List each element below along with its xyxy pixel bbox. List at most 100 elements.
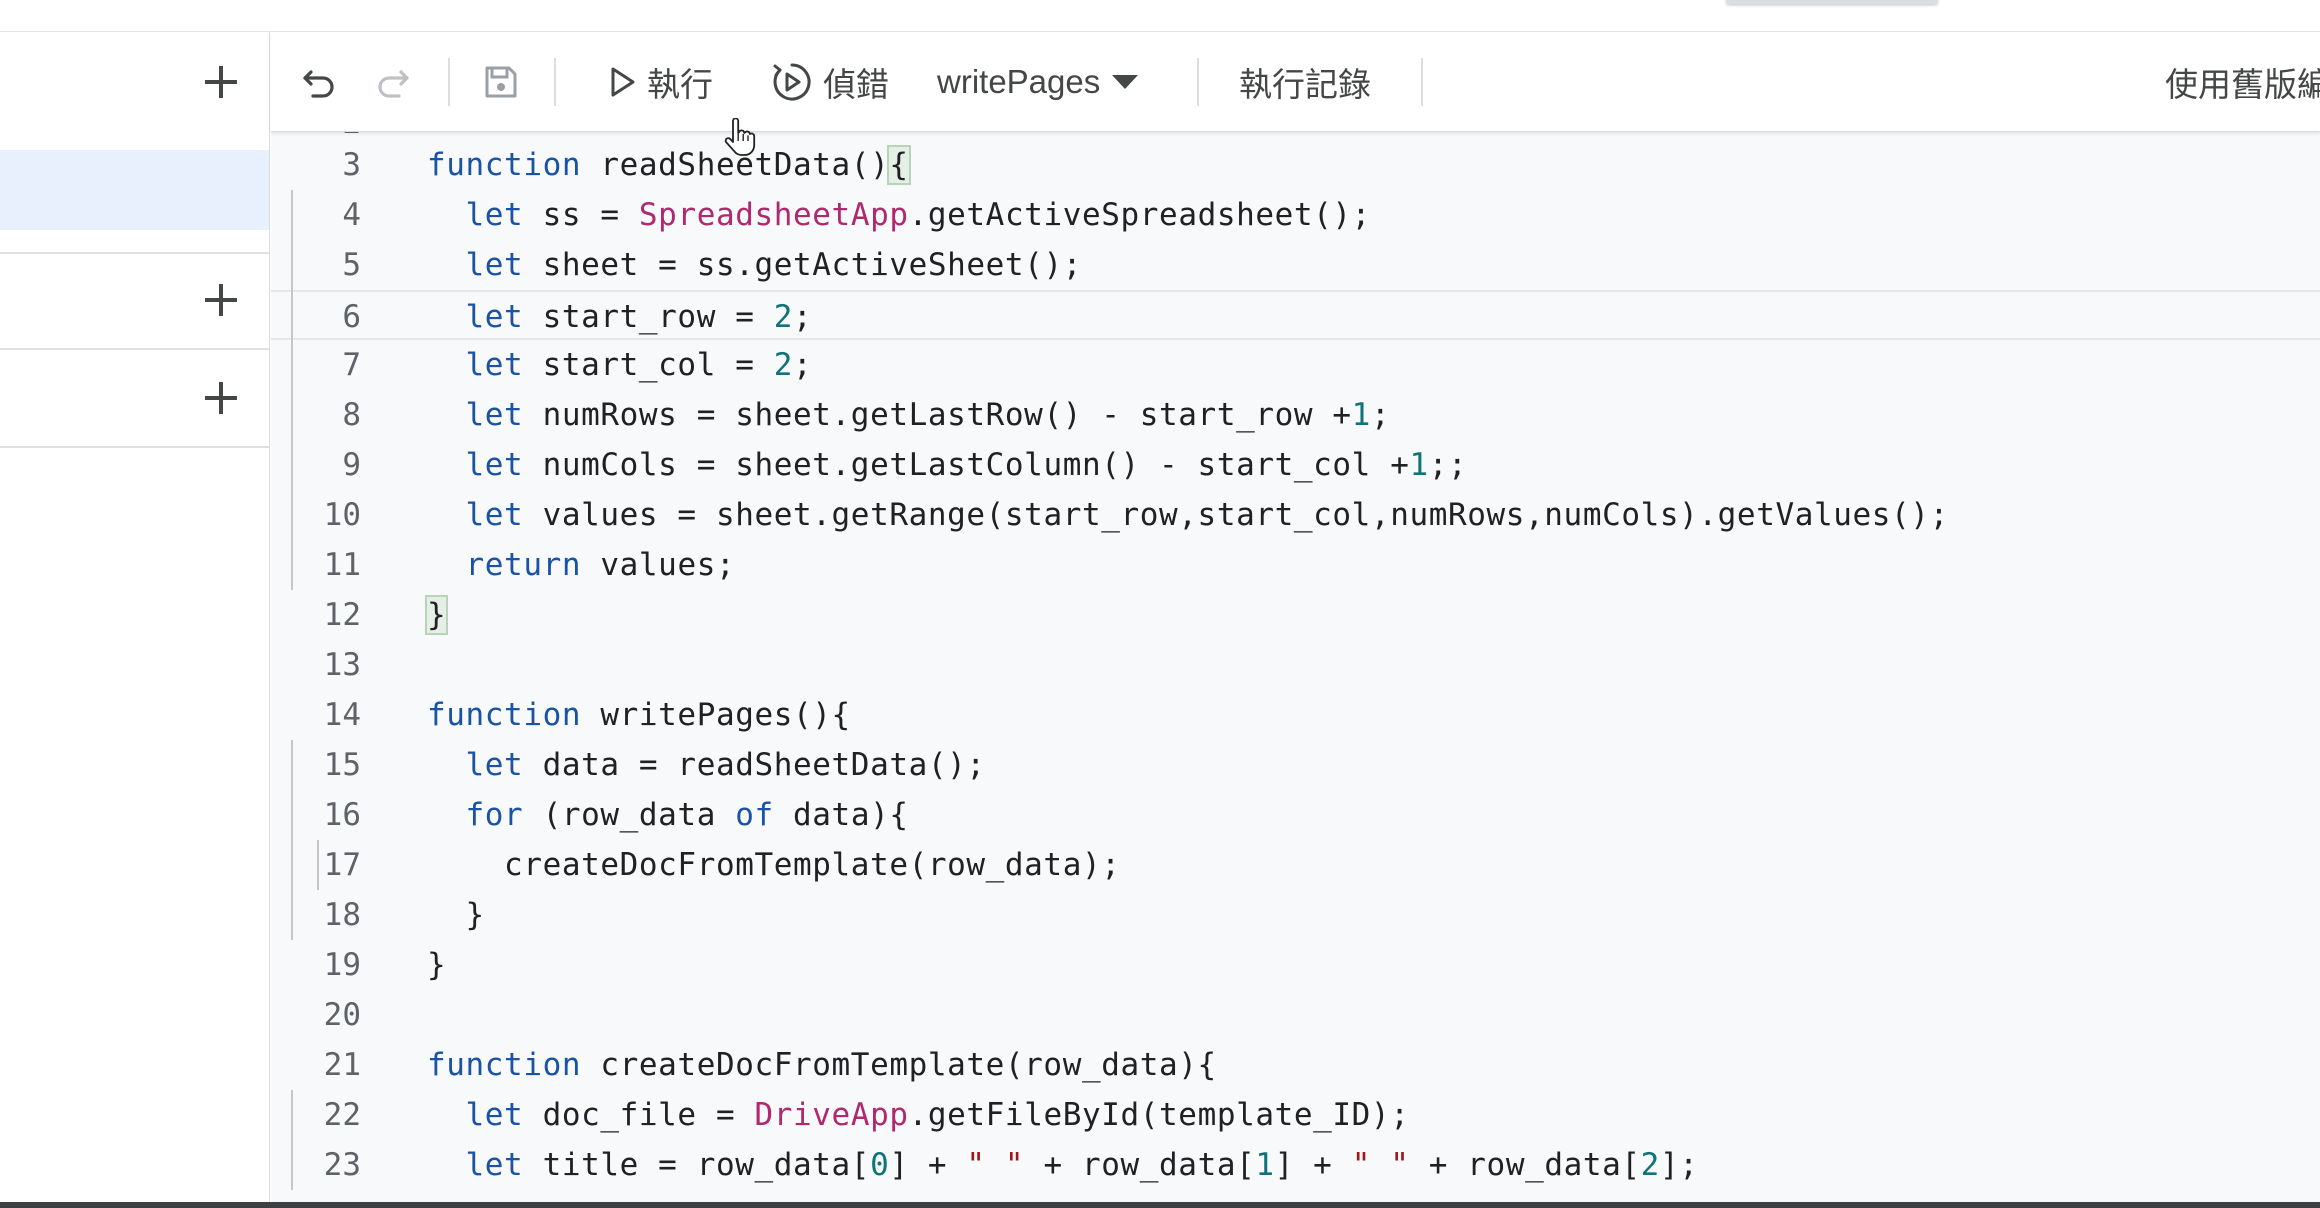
keyword-token: let [465,299,524,335]
line-number: 4 [342,197,361,233]
code-token: title = row_data[ [523,1147,871,1183]
caret-down-icon [1112,75,1139,89]
code-token: start_row = [523,299,774,335]
code-token: .getFileById(template_ID); [908,1097,1410,1133]
code-text: let title = row_data[0] + " " + row_data… [427,1140,1698,1190]
code-line: 16 for (row_data of data){ [271,790,2320,840]
execution-log-button[interactable]: 執行記錄 [1239,32,1371,132]
code-token: data){ [773,797,909,833]
code-line: 6 let start_row = 2; [271,290,2320,340]
add-library-button[interactable] [199,278,243,322]
keyword-token: let [465,1147,524,1183]
matched-bracket: } [424,595,449,635]
code-line: 10 let values = sheet.getRange(start_row… [271,490,2320,540]
code-text: let values = sheet.getRange(start_row,st… [427,490,1949,540]
execution-log-label: 執行記錄 [1239,66,1371,103]
keyword-token: let [465,197,524,233]
code-text: let numRows = sheet.getLastRow() - start… [427,390,1390,440]
string-token: " " [1351,1147,1410,1183]
line-number: 10 [323,497,361,533]
keyword-token: let [465,497,524,533]
code-line: 12} [271,590,2320,640]
line-number: 17 [323,847,361,883]
run-button[interactable]: 執行 [607,32,713,132]
plus-icon [205,382,237,414]
add-file-button[interactable] [199,60,243,104]
code-token: doc_file = [523,1097,755,1133]
redo-button[interactable] [373,32,413,132]
code-text: let doc_file = DriveApp.getFileById(temp… [427,1090,1409,1140]
sidebar-selected-file[interactable] [0,150,269,230]
code-text: let start_col = 2; [427,340,812,390]
function-select-value: writePages [937,63,1101,100]
line-number: 12 [323,597,361,633]
indent-guide [291,740,293,940]
legacy-editor-button[interactable]: 使用舊版編 [2165,32,2320,132]
debug-button[interactable]: 偵錯 [771,32,889,132]
undo-button[interactable] [299,32,339,132]
code-editor[interactable]: 23function readSheetData(){4 let ss = Sp… [271,132,2320,1208]
code-token: + row_data[ [1024,1147,1256,1183]
code-text: } [427,890,485,940]
code-text: createDocFromTemplate(row_data); [427,840,1121,890]
keyword-token: let [465,747,524,783]
line-number: 14 [323,697,361,733]
code-token: createDocFromTemplate(row_data){ [581,1047,1217,1083]
code-token: numRows = sheet.getLastRow() - start_row… [523,397,1352,433]
code-text: let start_row = 2; [427,292,812,342]
line-number: 8 [342,397,361,433]
line-number: 18 [323,897,361,933]
code-text: return values; [427,540,735,590]
plus-icon [205,66,237,98]
code-token: ;; [1428,447,1468,483]
code-line: 14 function writePages(){ [271,690,2320,740]
code-token: } [427,897,485,933]
debug-label: 偵錯 [823,66,889,103]
code-token: ] + [1274,1147,1352,1183]
toolbar-separator [448,58,450,106]
save-button[interactable] [481,32,521,132]
code-token: ss = [523,197,639,233]
number-token: 2 [1640,1147,1660,1183]
line-number: 20 [323,997,361,1033]
top-bar [0,0,2320,32]
code-line: 17 createDocFromTemplate(row_data); [271,840,2320,890]
keyword-token: function [427,147,582,183]
indent-guide [291,190,293,590]
keyword-token: of [735,797,774,833]
code-line: 18 } [271,890,2320,940]
toolbar-separator [1197,58,1199,106]
sidebar [0,32,270,1208]
line-number: 7 [342,347,361,383]
line-number: 21 [323,1047,361,1083]
code-token: ; [1370,397,1391,433]
bottom-edge [0,1202,2320,1208]
line-number: 19 [323,947,361,983]
code-line: 5 let sheet = ss.getActiveSheet(); [271,240,2320,290]
keyword-token: function [427,697,582,733]
keyword-token: for [465,797,524,833]
function-select[interactable]: writePages [937,32,1140,132]
code-line: 8 let numRows = sheet.getLastRow() - sta… [271,390,2320,440]
code-text: let sheet = ss.getActiveSheet(); [427,240,1082,290]
tab-edge [1726,0,1938,4]
code-token: values = sheet.getRange(start_row,start_… [523,497,1949,533]
code-line: 19} [271,940,2320,990]
keyword-token: return [465,547,582,583]
code-text: function createDocFromTemplate(row_data)… [427,1040,1217,1090]
keyword-token: let [465,397,524,433]
indent-guide [317,840,319,890]
editor-toolbar: 執行 偵錯 writePages 執行記錄 使用舊版編 [271,32,2320,132]
code-token: createDocFromTemplate(row_data); [427,847,1121,883]
number-token: 1 [1351,397,1371,433]
string-token: " " [966,1147,1025,1183]
add-service-button[interactable] [199,376,243,420]
hand-cursor-icon [724,118,756,156]
redo-icon [378,70,409,98]
